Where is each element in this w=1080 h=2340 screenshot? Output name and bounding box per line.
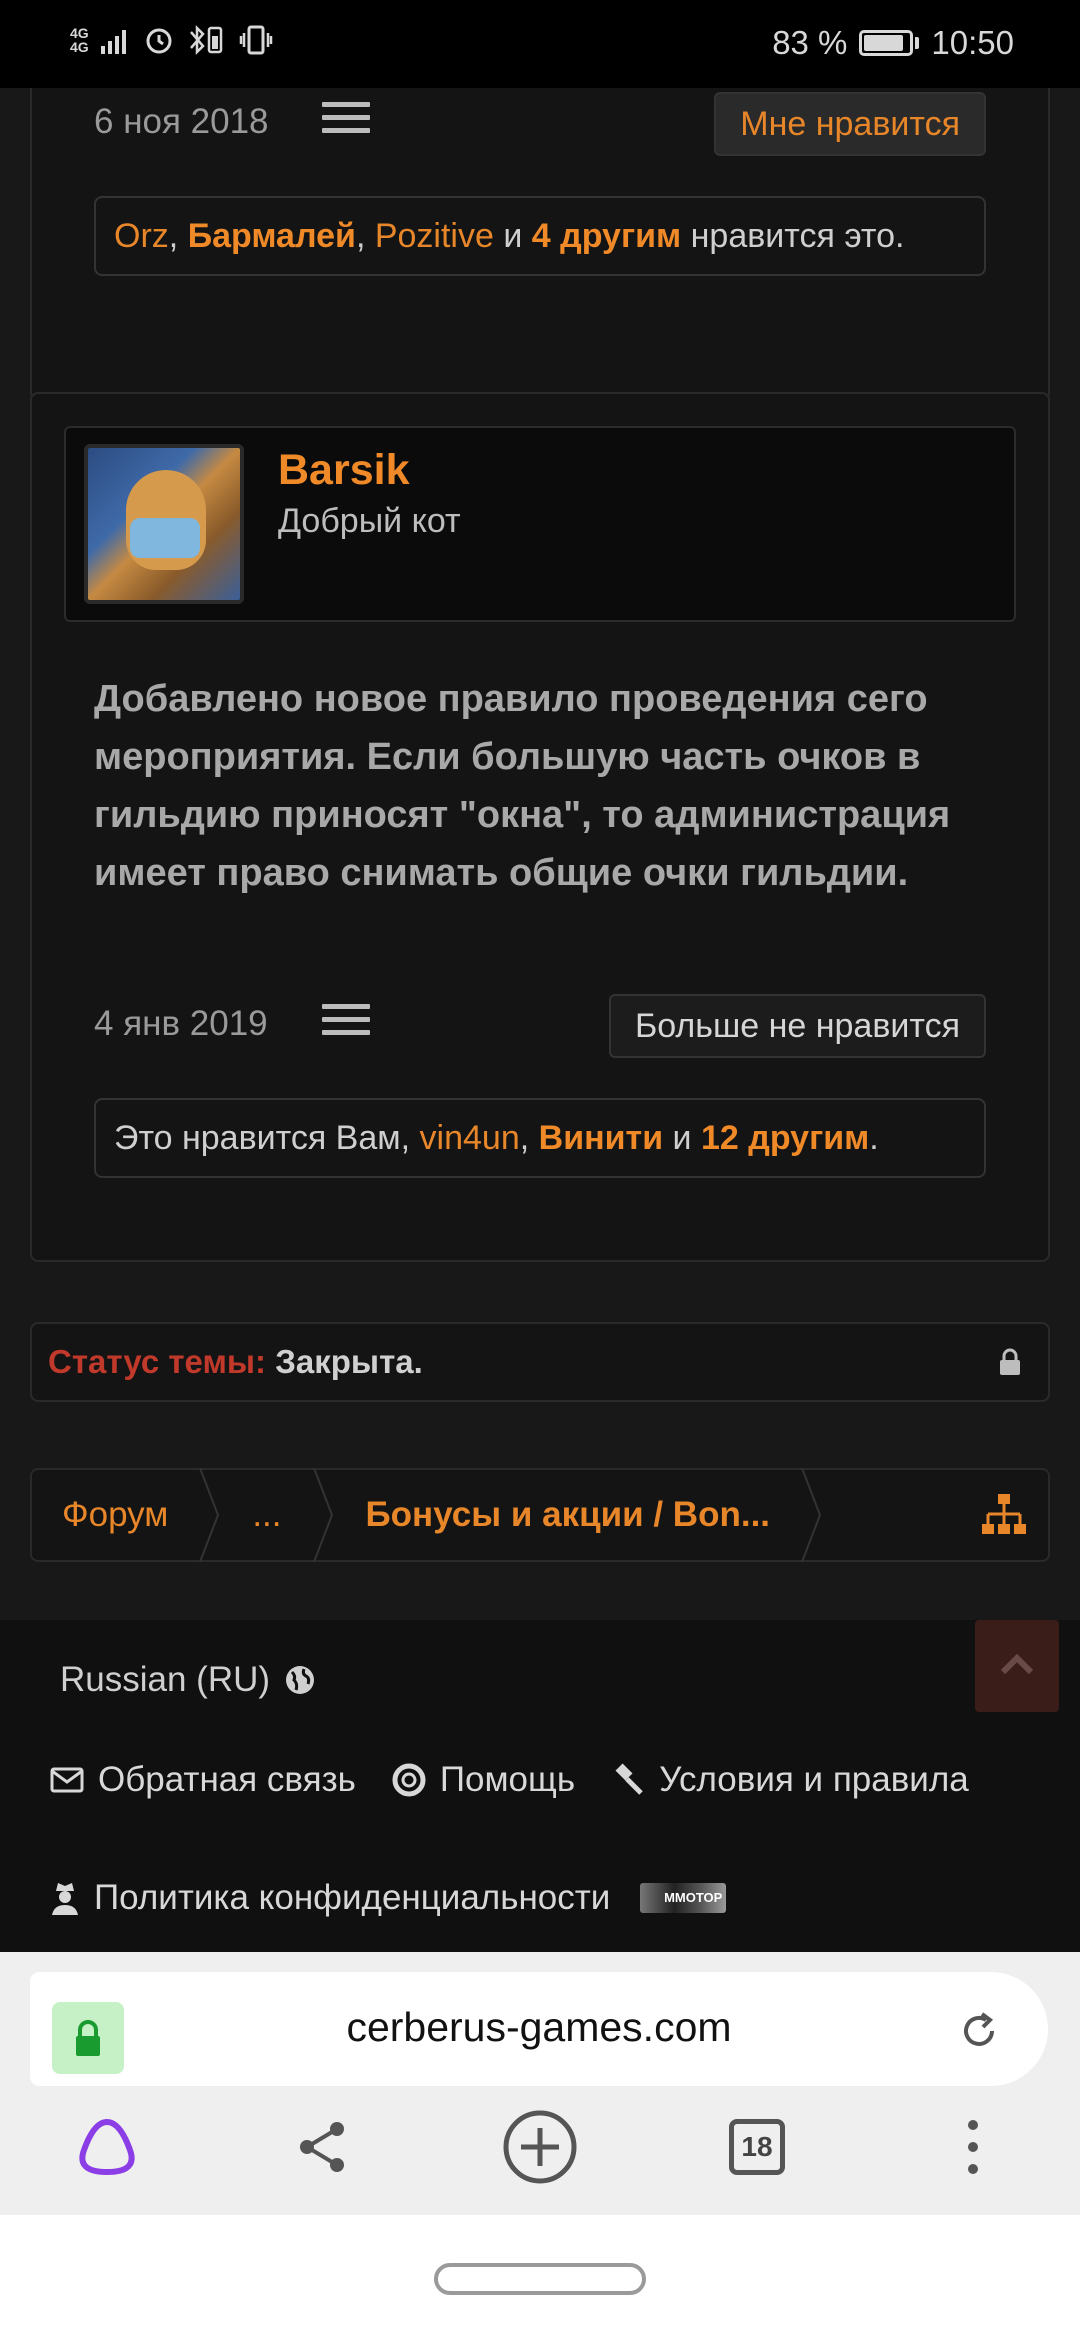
sitemap-icon[interactable]: [982, 1494, 1026, 1536]
url-text: cerberus-games.com: [346, 2004, 732, 2050]
gavel-icon: [615, 1763, 643, 1795]
bluetooth-battery-icon: [189, 24, 222, 56]
lock-icon: [1000, 1348, 1020, 1375]
post-menu-icon[interactable]: [322, 1004, 370, 1040]
footer-links-row-2: Политика конфиденциальности MMOTOP: [50, 1878, 727, 1918]
globe-icon: [286, 1666, 315, 1694]
thread-status-bar: Статус темы: Закрыта.: [30, 1322, 1050, 1402]
footer-link-privacy[interactable]: Политика конфиденциальности: [50, 1878, 610, 1918]
scroll-to-top-button[interactable]: [975, 1620, 1059, 1712]
like-user-link[interactable]: Винити: [539, 1119, 663, 1157]
like-user-link[interactable]: Бармалей: [188, 217, 356, 255]
footer-links: Обратная связь Помощь Условия и правила: [50, 1760, 969, 1800]
forum-post: 6 ноя 2018 Мне нравится Orz, Бармалей, P…: [30, 88, 1050, 401]
post-menu-icon[interactable]: [322, 102, 370, 138]
language-selector[interactable]: Russian (RU): [60, 1660, 316, 1700]
more-vertical-icon: [968, 2120, 978, 2174]
thread-status-label: Статус темы:: [48, 1343, 267, 1380]
tabs-button[interactable]: 18: [712, 2102, 802, 2192]
post-meta-row: 4 янв 2019 Больше не нравится: [94, 994, 986, 1058]
plus-circle-icon: [503, 2110, 577, 2184]
alice-assistant-button[interactable]: [62, 2102, 152, 2192]
breadcrumb-item-bonuses[interactable]: Бонусы и акции / Bon...: [336, 1470, 801, 1560]
more-menu-button[interactable]: [928, 2102, 1018, 2192]
breadcrumb-separator: [312, 1468, 333, 1562]
post-body: Добавлено новое правило проведения сего …: [94, 678, 951, 894]
life-ring-icon: [392, 1763, 426, 1797]
reload-icon[interactable]: [958, 2010, 1000, 2052]
likes-others-link[interactable]: 4 другим: [532, 217, 681, 255]
alarm-icon: [146, 28, 172, 54]
battery-tip: [915, 37, 920, 49]
like-user-link[interactable]: Pozitive: [375, 217, 494, 255]
likes-summary: Orz, Бармалей, Pozitive и 4 другим нрави…: [94, 196, 986, 276]
likes-others-link[interactable]: 12 другим: [701, 1119, 869, 1157]
breadcrumb-item-forum[interactable]: Форум: [32, 1470, 198, 1560]
breadcrumb-separator: [801, 1468, 822, 1562]
username-link[interactable]: Barsik: [278, 446, 409, 495]
battery-level: [864, 35, 903, 51]
language-label: Russian (RU): [60, 1660, 271, 1699]
new-tab-button[interactable]: [495, 2102, 585, 2192]
share-button[interactable]: [278, 2102, 368, 2192]
battery-percent: 83 %: [772, 24, 848, 61]
likes-summary: Это нравится Вам, vin4un, Винити и 12 др…: [94, 1098, 986, 1178]
mmotop-badge[interactable]: MMOTOP: [640, 1883, 727, 1913]
web-page[interactable]: 6 ноя 2018 Мне нравится Orz, Бармалей, P…: [0, 88, 1080, 1953]
site-footer: Russian (RU) Обратная связь Помощь Услов…: [0, 1620, 1080, 1953]
thread-status-value: Закрыта.: [275, 1343, 423, 1380]
home-gesture-bar[interactable]: [434, 2263, 646, 2295]
envelope-icon: [50, 1767, 84, 1793]
signal-icon: [100, 30, 126, 54]
battery-icon: [859, 30, 914, 56]
post-date[interactable]: 4 янв 2019: [94, 1004, 268, 1044]
post-date[interactable]: 6 ноя 2018: [94, 102, 269, 142]
like-user-link[interactable]: vin4un: [420, 1119, 520, 1157]
footer-link-terms[interactable]: Условия и правила: [611, 1760, 969, 1800]
share-icon: [300, 2122, 344, 2172]
like-button[interactable]: Мне нравится: [714, 92, 986, 156]
tab-count: 18: [729, 2119, 785, 2175]
chevron-up-icon: [1000, 1653, 1034, 1675]
system-navigation-bar: [0, 2215, 1080, 2340]
user-avatar[interactable]: [84, 444, 244, 604]
alice-icon: [79, 2118, 135, 2176]
status-right-group: 83 % 10:50: [772, 24, 1014, 62]
network-indicator: 4G 4G: [70, 25, 89, 55]
user-secret-icon: [52, 1883, 78, 1915]
user-card: Barsik Добрый кот: [64, 426, 1016, 622]
status-left-group: 4G 4G: [70, 24, 273, 56]
forum-post: Barsik Добрый кот Добавлено новое правил…: [30, 392, 1050, 1262]
system-status-bar: 4G 4G 83 % 10:50: [0, 0, 1080, 88]
like-user-link[interactable]: Orz: [114, 217, 169, 255]
footer-link-feedback[interactable]: Обратная связь: [50, 1760, 356, 1800]
breadcrumb-separator: [199, 1468, 220, 1562]
browser-toolbar: 18: [0, 2102, 1080, 2215]
unlike-button[interactable]: Больше не нравится: [608, 994, 986, 1058]
user-title: Добрый кот: [278, 502, 461, 540]
vibrate-icon: [239, 25, 272, 55]
post-meta-row: 6 ноя 2018 Мне нравится: [94, 92, 986, 156]
footer-link-help[interactable]: Помощь: [392, 1760, 575, 1800]
clock: 10:50: [931, 24, 1014, 61]
browser-chrome: cerberus-games.com 18: [0, 1952, 1080, 2215]
breadcrumb-item-ellipsis[interactable]: ...: [222, 1470, 311, 1560]
address-bar[interactable]: cerberus-games.com: [30, 1972, 1048, 2086]
breadcrumb: Форум ... Бонусы и акции / Bon...: [30, 1468, 1050, 1562]
